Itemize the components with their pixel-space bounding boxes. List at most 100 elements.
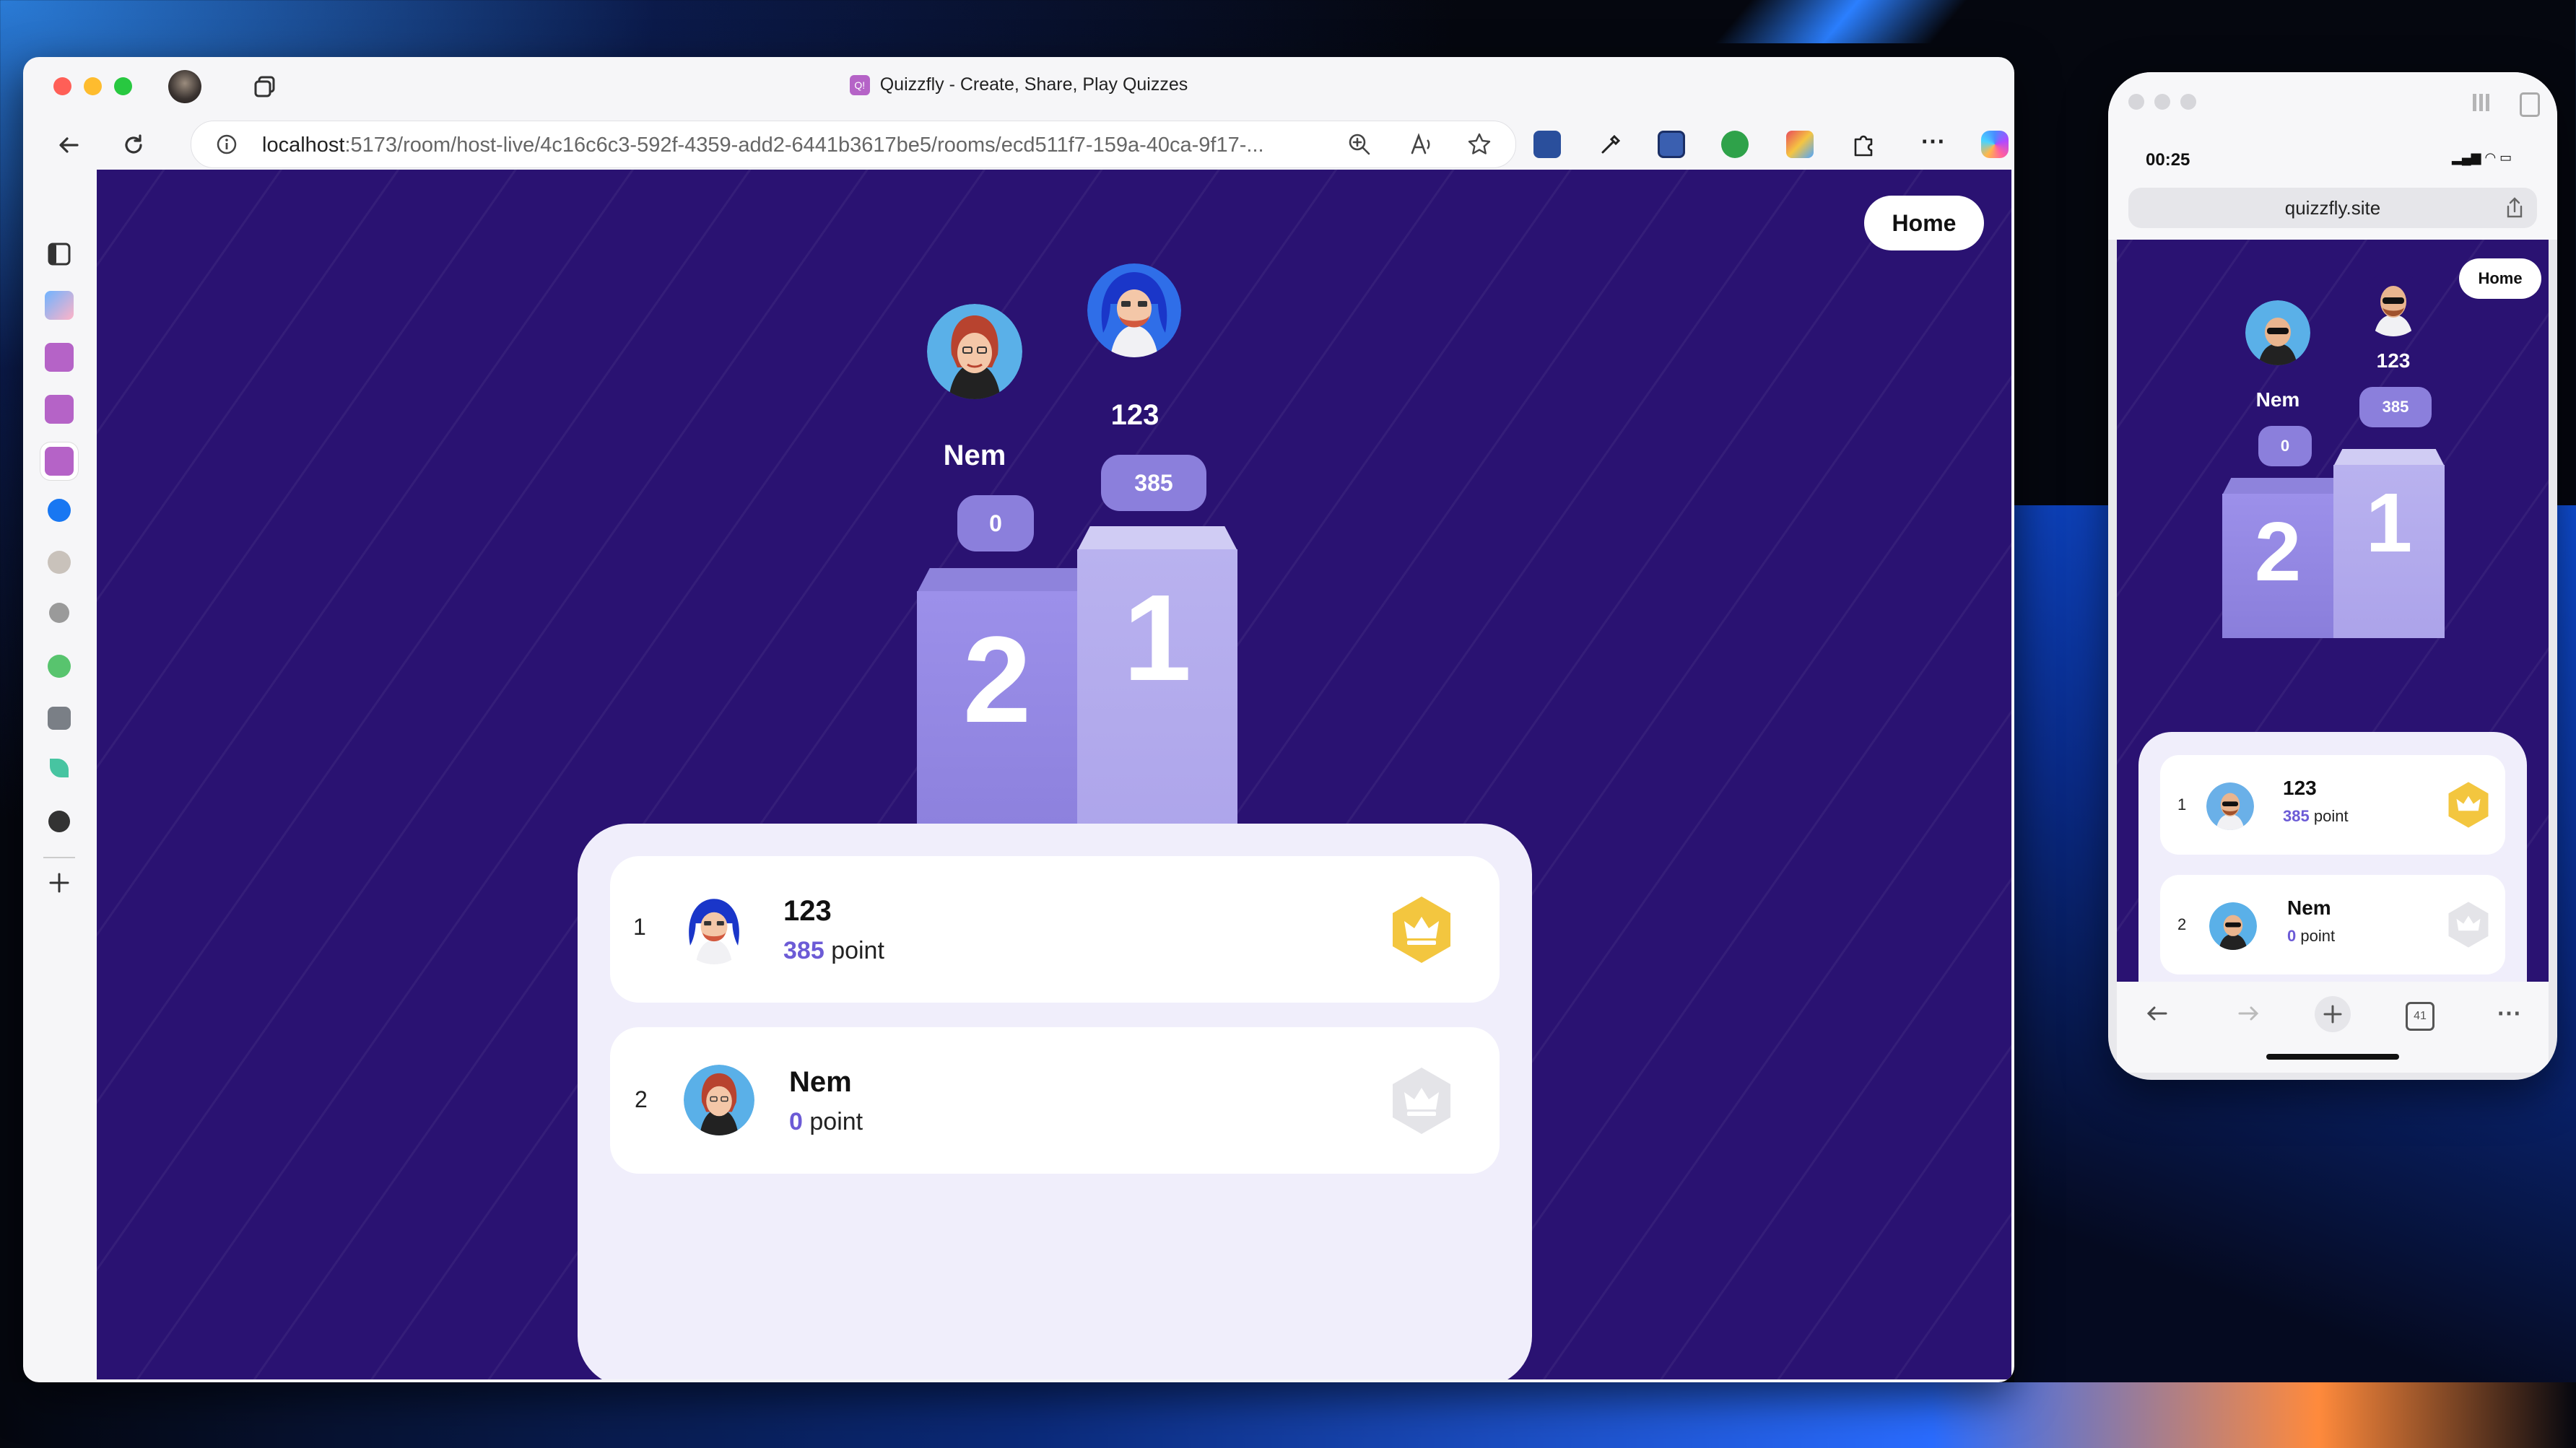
phone-podium-first-number: 1 [2365,476,2413,570]
url-text: localhost:5173/room/host-live/4c16c6c3-5… [262,134,1264,157]
sidebar-item-quizzfly-active[interactable] [45,447,74,476]
simulator-rotate-icon[interactable] [2520,92,2540,117]
phone-header: 00:25 ▂▄▆ ◠ ▭ quizzfly.site [2108,72,2557,240]
sidebar-toggle-icon[interactable] [45,240,74,269]
sidebar-item-facebook-icon[interactable] [48,499,71,522]
page-title: Quizzfly - Create, Share, Play Quizzes [879,74,1188,95]
phone-leaderboard-row-1: 1 123 385 point [2160,755,2505,855]
quizzfly-favicon-icon: Q! [849,75,870,96]
phone-podium-second-number: 2 [2254,505,2302,598]
phone-results-page: Home Nem 0 2 123 385 1 1 123 385 point 2… [2117,240,2549,982]
home-indicator [2266,1054,2399,1060]
phone-address-bar[interactable]: quizzfly.site [2128,188,2537,228]
sidebar-item-github-icon[interactable] [48,811,70,832]
phone-home-button[interactable]: Home [2459,258,2541,299]
phone-tab-count[interactable]: 41 [2406,1002,2434,1031]
browser-sidebar [23,173,95,1382]
sidebar-divider [43,857,75,858]
phone-avatar-nem [2245,300,2310,365]
gold-crown-icon [2448,782,2489,828]
phone-browser-toolbar: 41 ⋯ [2117,982,2549,1073]
leaderboard-row-1: 1 123 385 point [610,856,1500,1003]
back-arrow-icon [59,137,79,153]
share-icon[interactable] [2504,196,2525,219]
phone-podium-first-name: 123 [2376,349,2411,372]
add-sidebar-item-icon[interactable] [45,868,74,897]
copilot-icon[interactable] [1981,131,2009,158]
extension-palette-icon[interactable] [1786,131,1814,158]
zoom-icon[interactable] [1346,131,1372,157]
status-icons: ▂▄▆ ◠ ▭ [2452,150,2512,165]
podium-first-number: 1 [1123,570,1192,707]
phone-avatar-123 [2361,271,2426,336]
sidebar-item-leaf-icon[interactable] [50,759,69,777]
phone-simulator: 00:25 ▂▄▆ ◠ ▭ quizzfly.site Home Nem 0 2… [2108,72,2557,1080]
sidebar-item-openai-icon[interactable] [49,603,69,623]
podium-second-name: Nem [943,440,1006,471]
window-title: Q! Quizzfly - Create, Share, Play Quizzes [23,74,2014,96]
phone-podium-first-block: 1 [2333,465,2445,638]
eyedropper-icon[interactable] [1597,131,1624,158]
gray-crown-icon [1393,1068,1450,1134]
row-player-points: 385 point [783,937,884,964]
read-aloud-icon[interactable] [1409,131,1435,157]
sidebar-item-person-icon[interactable] [48,551,71,574]
phone-url: quizzfly.site [2284,197,2381,219]
home-button[interactable]: Home [1864,196,1984,250]
phone-podium-second-score: 0 [2258,426,2312,466]
simulator-grid-icon[interactable] [2473,94,2490,111]
podium-second-score: 0 [957,495,1034,551]
row-rank: 2 [2177,915,2187,933]
phone-new-tab-button[interactable] [2315,996,2351,1032]
sidebar-item-quizzfly-1[interactable] [45,343,74,372]
phone-more-icon[interactable]: ⋯ [2497,999,2521,1028]
phone-leaderboard-row-2: 2 Nem 0 point [2160,875,2505,974]
reload-icon [125,134,142,154]
phone-podium-first-score: 385 [2359,387,2432,427]
row-avatar-nem [2209,902,2257,950]
player-avatar-nem [927,304,1022,399]
row-player-name: 123 [2283,777,2317,799]
sidebar-item-quizzfly-2[interactable] [45,395,74,424]
title-bar: Q! Quizzfly - Create, Share, Play Quizzes [23,57,2014,115]
extension-blue-icon[interactable] [1533,131,1561,158]
player-avatar-123 [1087,263,1181,357]
sidebar-item-globe-icon[interactable] [48,655,71,678]
podium-first-name: 123 [1110,399,1159,431]
phone-forward-icon[interactable] [2234,999,2263,1028]
row-avatar-123 [2206,782,2254,830]
gold-crown-icon [1393,897,1450,963]
row-player-points: 385 point [2283,807,2349,825]
phone-podium-second-block: 2 [2222,494,2333,638]
row-player-name: Nem [2287,897,2331,919]
sidebar-item-note-icon[interactable] [48,707,71,730]
site-info-icon[interactable] [216,134,238,155]
plus-icon [2323,1005,2342,1024]
gray-crown-icon [2448,902,2489,948]
phone-podium-second-top [2222,478,2333,495]
leaderboard-row-2: 2 Nem 0 point [610,1027,1500,1174]
row-player-name: Nem [789,1066,852,1098]
podium-first-score: 385 [1101,455,1206,511]
more-options-icon[interactable]: ⋯ [1919,129,1946,158]
row-player-name: 123 [783,895,832,927]
phone-back-icon[interactable] [2143,999,2172,1028]
phone-podium-second-name: Nem [2255,388,2300,411]
wallpaper-streak [1714,0,1968,43]
favorite-star-icon[interactable] [1466,131,1492,157]
podium-second-top [917,568,1077,593]
phone-podium-first-top [2333,449,2445,466]
row-avatar-123 [678,892,750,964]
simulator-controls [2128,94,2196,110]
address-bar[interactable]: localhost:5173/room/host-live/4c16c6c3-5… [191,121,1516,168]
sidebar-item-app[interactable] [45,291,74,320]
extension-translate-icon[interactable] [1658,131,1685,158]
extension-green-icon[interactable] [1721,131,1749,158]
row-avatar-nem [684,1065,754,1135]
reload-button[interactable] [117,128,150,162]
back-button[interactable] [52,128,85,162]
row-rank: 2 [635,1086,648,1112]
row-rank: 1 [633,914,646,940]
row-player-points: 0 point [2287,927,2336,945]
extensions-puzzle-icon[interactable] [1850,131,1877,158]
